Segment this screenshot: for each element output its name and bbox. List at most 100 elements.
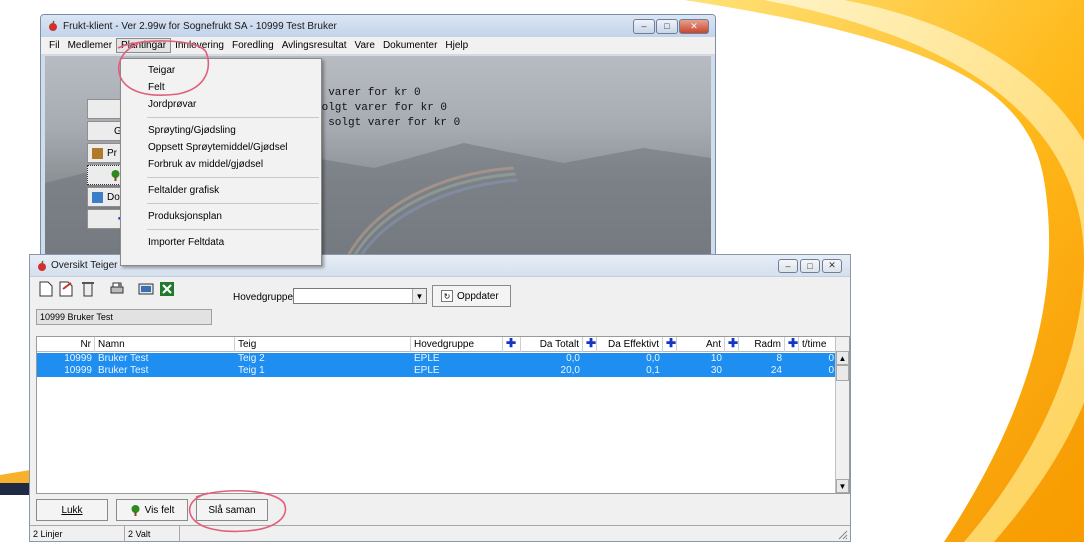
package-icon	[92, 147, 103, 159]
menu-item-oppsett-sproytemiddel[interactable]: Oppsett Sprøytemiddel/Gjødsel	[121, 139, 321, 156]
menu-hjelp[interactable]: Hjelp	[441, 39, 472, 52]
column-header-teig[interactable]: Teig	[235, 337, 411, 352]
menu-dokumenter[interactable]: Dokumenter	[379, 39, 441, 52]
table-row[interactable]: 10999 Bruker Test Teig 2 EPLE 0,0 0,0 10…	[37, 353, 837, 365]
menu-item-teigar[interactable]: Teigar	[121, 62, 321, 79]
menu-foredling[interactable]: Foredling	[228, 39, 278, 52]
lukk-button[interactable]: Lukk	[36, 499, 108, 521]
add-column-button[interactable]: ✚	[663, 337, 677, 352]
column-header-ttime[interactable]: t/time	[799, 337, 837, 352]
main-window-title: Frukt-klient - Ver 2.99w for Sognefrukt …	[63, 20, 337, 32]
cell-da-effektivt: 0,1	[646, 365, 660, 376]
sla-saman-button[interactable]: Slå saman	[196, 499, 268, 521]
table-header: Nr Namn Teig Hovedgruppe ✚ Da Totalt ✚ D…	[37, 337, 837, 352]
cell-ttime: 0	[828, 365, 834, 376]
cell-nr: 10999	[64, 353, 92, 364]
menu-separator	[147, 117, 319, 118]
cell-namn: Bruker Test	[98, 365, 149, 376]
vis-felt-button[interactable]: Vis felt	[116, 499, 188, 521]
resize-grip-icon[interactable]	[836, 528, 848, 540]
plus-icon: ✚	[666, 337, 677, 350]
column-header-da-totalt[interactable]: Da Totalt	[521, 337, 583, 352]
close-button[interactable]: ✕	[679, 18, 709, 34]
scroll-up-button[interactable]: ▲	[836, 351, 849, 365]
chevron-down-icon[interactable]: ▼	[412, 289, 426, 303]
cell-ant: 10	[710, 353, 722, 364]
tree-icon	[131, 504, 140, 516]
menu-avlingsresultat[interactable]: Avlingsresultat	[278, 39, 351, 52]
menu-item-feltalder-grafisk[interactable]: Feltalder grafisk	[121, 182, 321, 199]
cell-radm: 8	[776, 353, 782, 364]
plus-icon: ✚	[788, 337, 799, 350]
menu-item-importer-feltdata[interactable]: Importer Feltdata	[121, 234, 321, 251]
cell-teig: Teig 1	[238, 365, 265, 376]
print-icon[interactable]	[107, 279, 126, 298]
minimize-button[interactable]: –	[778, 258, 798, 273]
menu-item-sproyting-gjodsling[interactable]: Sprøyting/Gjødsling	[121, 122, 321, 139]
main-titlebar[interactable]: Frukt-klient - Ver 2.99w for Sognefrukt …	[41, 15, 715, 37]
button-bar: Lukk Vis felt Slå saman	[30, 497, 850, 523]
column-header-hovedgruppe[interactable]: Hovedgruppe	[411, 337, 503, 352]
delete-icon[interactable]	[78, 279, 97, 298]
column-header-namn[interactable]: Namn	[95, 337, 235, 352]
oppdater-button[interactable]: ↻ Oppdater	[432, 285, 511, 307]
close-button[interactable]: ✕	[822, 258, 842, 273]
cell-da-totalt: 20,0	[560, 365, 580, 376]
console-line: t solgt varer for kr 0	[315, 117, 461, 129]
table-scrollbar[interactable]: ▲ ▼	[835, 337, 849, 493]
menu-innlevering[interactable]: Innlevering	[171, 39, 228, 52]
add-column-button[interactable]: ✚	[503, 337, 521, 352]
export-icon[interactable]	[136, 279, 155, 298]
cell-radm: 24	[770, 365, 782, 376]
console-line: t varer for kr 0	[315, 87, 421, 99]
menu-item-felt[interactable]: Felt	[121, 79, 321, 96]
side-button-label: Pr	[107, 147, 117, 159]
edit-document-icon[interactable]	[57, 279, 76, 298]
column-header-nr[interactable]: Nr	[37, 337, 95, 352]
add-column-button[interactable]: ✚	[583, 337, 597, 352]
column-header-radm[interactable]: Radm	[739, 337, 785, 352]
menu-medlemer[interactable]: Medlemer	[64, 39, 116, 52]
cell-ant: 30	[710, 365, 722, 376]
plus-icon: ✚	[506, 337, 517, 350]
excel-icon[interactable]	[157, 279, 176, 298]
menu-plantingar[interactable]: Plantingar	[116, 38, 172, 53]
cell-namn: Bruker Test	[98, 353, 149, 364]
sla-saman-label: Slå saman	[208, 504, 256, 516]
minimize-button[interactable]: –	[633, 18, 655, 34]
hovedgruppe-select[interactable]	[293, 288, 427, 304]
scroll-thumb[interactable]	[836, 365, 849, 381]
console-line: solgt varer for kr 0	[315, 102, 448, 114]
status-linjer: 2 Linjer	[30, 526, 125, 542]
lukk-label: Lukk	[61, 504, 83, 516]
plus-icon: ✚	[586, 337, 597, 350]
add-column-button[interactable]: ✚	[725, 337, 739, 352]
cell-hovedgruppe: EPLE	[414, 365, 440, 376]
column-header-ant[interactable]: Ant	[677, 337, 725, 352]
oversikt-toolbar	[36, 279, 176, 298]
side-button-label: Do	[107, 191, 120, 203]
refresh-icon: ↻	[441, 290, 453, 302]
teiger-table: Nr Namn Teig Hovedgruppe ✚ Da Totalt ✚ D…	[36, 336, 850, 494]
cell-da-totalt: 0,0	[566, 353, 580, 364]
table-row[interactable]: 10999 Bruker Test Teig 1 EPLE 20,0 0,1 3…	[37, 365, 837, 377]
user-field: 10999 Bruker Test	[36, 309, 212, 325]
menu-item-produksjonsplan[interactable]: Produksjonsplan	[121, 208, 321, 225]
oversikt-title: Oversikt Teiger	[51, 260, 118, 271]
oversikt-teiger-window: Oversikt Teiger – □ ✕ Hovedgruppe ▼ ↻ Op…	[29, 254, 851, 542]
menu-item-jordprovar[interactable]: Jordprøvar	[121, 96, 321, 113]
oppdater-label: Oppdater	[457, 290, 499, 302]
menu-item-forbruk-middel[interactable]: Forbruk av middel/gjødsel	[121, 156, 321, 173]
menu-fil[interactable]: Fil	[45, 39, 64, 52]
new-document-icon[interactable]	[36, 279, 55, 298]
add-column-button[interactable]: ✚	[785, 337, 799, 352]
vis-felt-label: Vis felt	[144, 504, 175, 516]
cell-ttime: 0	[828, 353, 834, 364]
scroll-down-button[interactable]: ▼	[836, 479, 849, 493]
hovedgruppe-label: Hovedgruppe	[233, 292, 294, 303]
menu-vare[interactable]: Vare	[351, 39, 379, 52]
maximize-button[interactable]: □	[800, 258, 820, 273]
column-header-da-effektivt[interactable]: Da Effektivt	[597, 337, 663, 352]
maximize-button[interactable]: □	[656, 18, 678, 34]
cell-da-effektivt: 0,0	[646, 353, 660, 364]
